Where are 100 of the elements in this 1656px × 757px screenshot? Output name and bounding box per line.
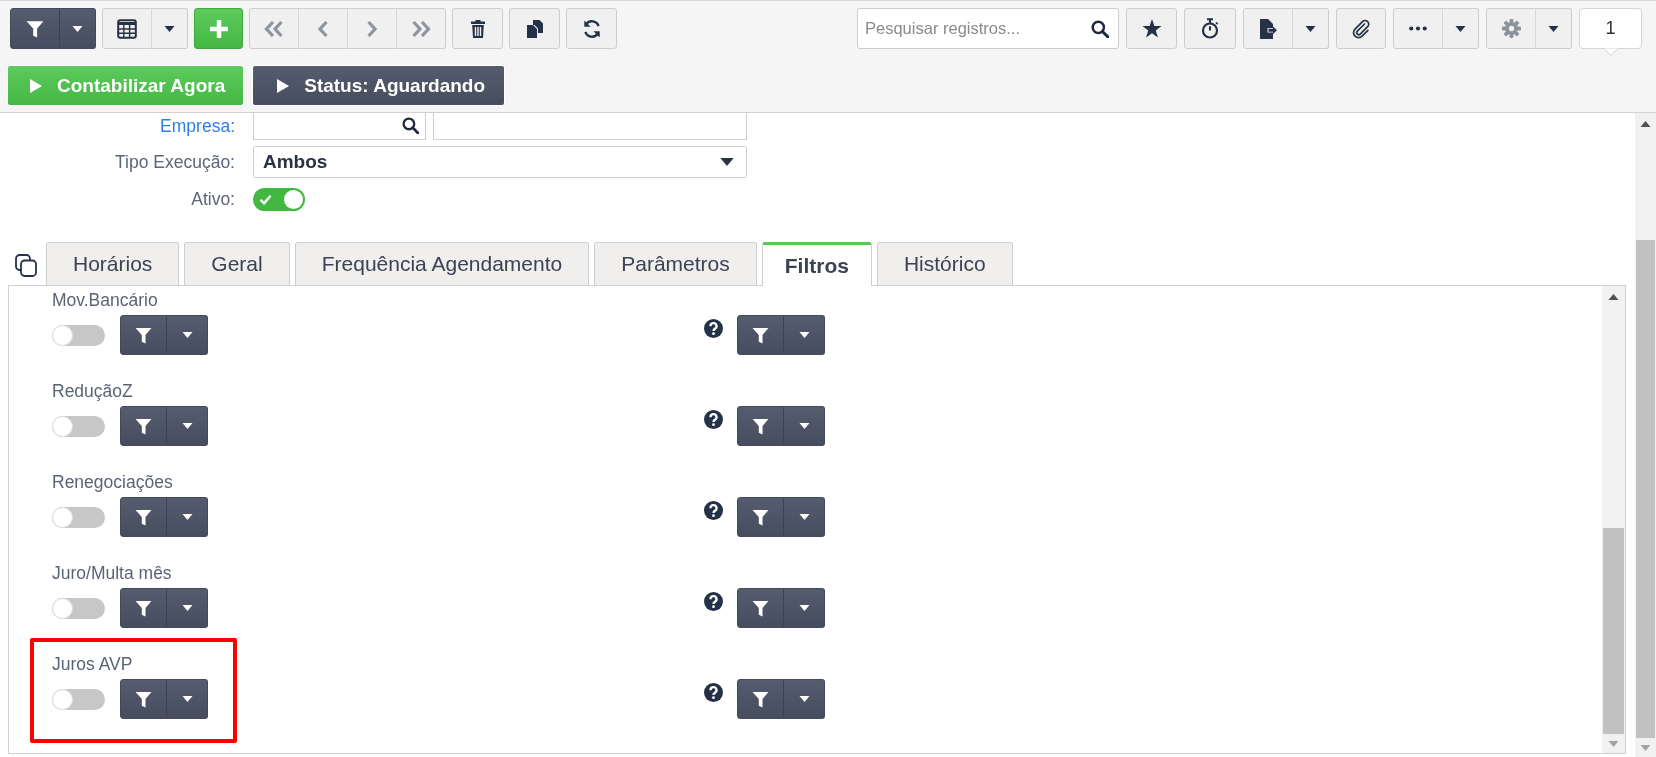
more-button[interactable] — [1393, 8, 1443, 49]
timer-button[interactable] — [1184, 8, 1236, 49]
favorite-button[interactable] — [1126, 8, 1177, 49]
dropdown-button[interactable] — [59, 8, 96, 49]
down-arrow-icon[interactable] — [1608, 740, 1619, 747]
filter-button[interactable] — [120, 406, 167, 446]
field-link[interactable]: Empresa: — [0, 116, 235, 137]
funnel-icon — [752, 599, 769, 617]
field-label: Ativo: — [190, 189, 235, 210]
star-icon — [1141, 19, 1162, 38]
caret-icon — [720, 158, 734, 166]
scrollbar-thumb[interactable] — [1603, 528, 1624, 734]
help-icon[interactable] — [704, 683, 723, 702]
toggle-switch[interactable] — [52, 688, 105, 710]
filter-label: Mov.Bancário — [52, 290, 158, 310]
tab[interactable]: Geral — [184, 242, 290, 285]
help-icon[interactable] — [704, 319, 723, 338]
attachment-button[interactable] — [1336, 8, 1386, 49]
caret-icon — [181, 696, 193, 702]
help-icon[interactable] — [704, 592, 723, 611]
documents-icon — [525, 19, 544, 38]
filter-button[interactable] — [120, 497, 167, 537]
caret-icon — [1548, 25, 1559, 32]
duplicate-button[interactable] — [509, 8, 560, 49]
filter-label: ReduçãoZ — [52, 381, 133, 401]
up-arrow-icon[interactable] — [1640, 120, 1651, 127]
scrollbar-thumb[interactable] — [1636, 240, 1655, 738]
caret-icon — [181, 514, 193, 520]
caret-icon — [1455, 25, 1466, 32]
caret-icon — [798, 696, 810, 702]
filter-button[interactable] — [737, 588, 784, 628]
caret-icon — [164, 25, 175, 32]
caret-icon — [1305, 25, 1316, 32]
paperclip-icon — [1351, 18, 1371, 39]
chevron-right-icon — [367, 20, 377, 37]
caret-icon — [181, 423, 193, 429]
toggle-switch[interactable] — [52, 506, 105, 528]
filter-button[interactable] — [10, 8, 60, 49]
tab[interactable]: Parâmetros — [594, 242, 757, 285]
stopwatch-icon — [1201, 18, 1219, 39]
filter-label: Renegociações — [52, 472, 173, 492]
caret-icon — [798, 514, 810, 520]
filter-button[interactable] — [120, 679, 167, 719]
table-button[interactable] — [102, 8, 152, 49]
play-icon — [277, 78, 290, 93]
search-icon[interactable] — [402, 117, 419, 134]
filter-button[interactable] — [737, 497, 784, 537]
trash-icon — [470, 19, 485, 38]
help-icon[interactable] — [704, 501, 723, 520]
tooltip-tail-icon — [1604, 48, 1618, 56]
plus-icon — [209, 19, 228, 38]
caret-icon — [798, 332, 810, 338]
search-field[interactable]: Pesquisar registros... — [857, 8, 1119, 49]
scrollbar[interactable] — [1602, 286, 1625, 753]
tab[interactable]: Frequência Agendamento — [294, 242, 590, 285]
funnel-icon — [135, 417, 152, 435]
filter-button[interactable] — [737, 315, 784, 355]
tab[interactable]: Horários — [46, 242, 180, 285]
up-arrow-icon[interactable] — [1608, 293, 1619, 300]
double-chevron-left-icon — [264, 20, 284, 37]
help-icon[interactable] — [704, 410, 723, 429]
funnel-icon — [26, 19, 44, 38]
toggle-switch[interactable] — [253, 188, 305, 211]
refresh-button[interactable] — [566, 8, 617, 49]
caret-icon — [798, 423, 810, 429]
lookup-field[interactable] — [253, 113, 426, 140]
scrollbar[interactable] — [1635, 113, 1656, 757]
filter-button[interactable] — [120, 315, 167, 355]
check-icon — [259, 194, 272, 205]
caret-icon — [72, 25, 83, 32]
filter-button[interactable] — [120, 588, 167, 628]
funnel-icon — [752, 690, 769, 708]
tab[interactable]: Histórico — [876, 242, 1013, 285]
text-field[interactable] — [433, 113, 747, 140]
down-arrow-icon[interactable] — [1640, 744, 1651, 751]
filter-button[interactable] — [737, 679, 784, 719]
filter-button[interactable] — [737, 406, 784, 446]
filter-label: Juros AVP — [52, 654, 133, 674]
file-arrow-icon — [1259, 18, 1277, 39]
funnel-icon — [752, 417, 769, 435]
status-button[interactable]: Status: Aguardando — [252, 65, 506, 106]
copy-icon[interactable] — [15, 254, 37, 277]
settings-button[interactable] — [1486, 8, 1536, 49]
field-label: Tipo Execução: — [114, 151, 235, 173]
toggle-switch[interactable] — [52, 324, 105, 346]
search-icon[interactable] — [1091, 20, 1109, 38]
funnel-icon — [135, 599, 152, 617]
toggle-switch[interactable] — [52, 597, 105, 619]
select-field[interactable]: Ambos — [253, 146, 747, 178]
export-button[interactable] — [1243, 8, 1293, 49]
chevron-left-icon — [318, 20, 328, 37]
tab[interactable]: Filtros — [761, 242, 872, 286]
toggle-switch[interactable] — [52, 415, 105, 437]
refresh-icon — [581, 18, 602, 39]
delete-button[interactable] — [452, 8, 503, 49]
ellipsis-icon — [1409, 26, 1427, 31]
caret-icon — [181, 332, 193, 338]
add-button[interactable] — [194, 8, 243, 49]
caret-icon — [798, 605, 810, 611]
table-icon — [117, 18, 137, 39]
